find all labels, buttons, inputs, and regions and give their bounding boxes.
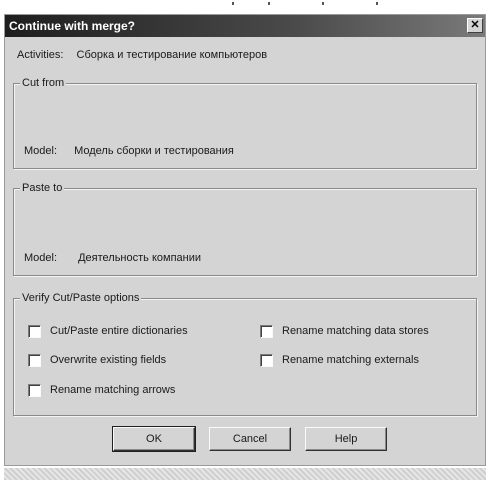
cut-from-legend: Cut from [20,76,67,90]
merge-dialog: Continue with merge? ✕ Activities: Сборк… [4,14,486,466]
close-button[interactable]: ✕ [467,18,483,33]
cut-from-model-row: Model: Модель сборки и тестирования [24,145,234,157]
activities-label: Activities: [17,49,64,61]
rename-data-stores-checkbox[interactable] [260,325,273,338]
paste-to-legend: Paste to [20,181,65,195]
paste-to-model-label: Model: [24,252,58,264]
paste-to-model-value: Деятельность компании [78,252,202,264]
close-icon: ✕ [470,19,480,31]
ok-button[interactable]: OK [112,426,196,452]
overwrite-fields-label[interactable]: Overwrite existing fields [50,354,166,367]
activities-value: Сборка и тестирование компьютеров [76,49,268,61]
cut-from-model-value: Модель сборки и тестирования [74,145,234,157]
paste-to-model-row: Model: Деятельность компании [24,252,201,264]
top-edge-marks [0,0,489,14]
bottom-edge-strip [4,468,486,480]
rename-externals-label[interactable]: Rename matching externals [282,354,419,367]
activities-row: Activities: Сборка и тестирование компью… [17,49,267,61]
paste-to-group: Paste to Model: Деятельность компании [13,181,477,276]
overwrite-fields-checkbox[interactable] [28,354,41,367]
rename-data-stores-label[interactable]: Rename matching data stores [282,325,429,338]
dialog-title-bar[interactable]: Continue with merge? ✕ [5,15,485,37]
cut-from-group: Cut from Model: Модель сборки и тестиров… [13,76,477,169]
rename-arrows-checkbox[interactable] [28,384,41,397]
cancel-button[interactable]: Cancel [209,427,291,451]
cut-from-model-label: Model: [24,145,58,157]
help-button[interactable]: Help [305,427,387,451]
verify-options-group: Verify Cut/Paste options Cut/Paste entir… [13,291,477,416]
cut-paste-dictionaries-checkbox[interactable] [28,325,41,338]
verify-options-legend: Verify Cut/Paste options [20,291,142,305]
dialog-title: Continue with merge? [9,19,135,33]
rename-externals-checkbox[interactable] [260,354,273,367]
rename-arrows-label[interactable]: Rename matching arrows [50,384,175,397]
cut-paste-dictionaries-label[interactable]: Cut/Paste entire dictionaries [50,325,188,338]
